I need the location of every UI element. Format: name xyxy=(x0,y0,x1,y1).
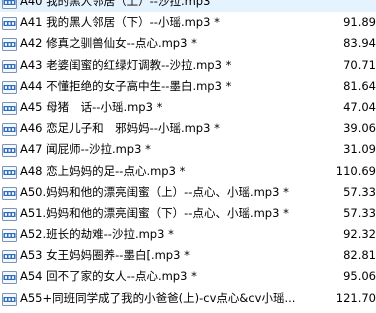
file-row[interactable]: A45 母猪 话--小瑶.mp3 * 47.04 xyxy=(0,97,376,118)
file-list: A40 我的黑人邻居（上）--沙拉.mp3 A41 我的黑人邻居（下）--小瑶.m… xyxy=(0,0,376,309)
file-row[interactable]: A40 我的黑人邻居（上）--沙拉.mp3 xyxy=(0,0,376,13)
file-name: A48 恋上妈妈的足--点心.mp3 * xyxy=(20,163,186,178)
file-size: 39.06 xyxy=(343,121,376,136)
file-name: A50.妈妈和他的漂亮闺蜜（上）--点心、小瑶.mp3 * xyxy=(20,184,289,199)
file-name: A53 女王妈妈圈养--墨白[.mp3 * xyxy=(20,248,190,263)
file-row[interactable]: A53 女王妈妈圈养--墨白[.mp3 * 82.81 xyxy=(0,245,376,266)
file-name: A45 母猪 话--小瑶.mp3 * xyxy=(20,99,163,114)
file-row[interactable]: A47 闻屁师--沙拉.mp3 * 31.09 xyxy=(0,139,376,160)
file-name: A54 回不了家的女人--点心.mp3 * xyxy=(20,269,197,284)
file-row[interactable]: A48 恋上妈妈的足--点心.mp3 * 110.69 xyxy=(0,161,376,182)
mp3-file-icon xyxy=(2,228,17,243)
mp3-file-icon xyxy=(2,59,17,73)
file-row[interactable]: A46 恋足儿子和 邪妈妈--小瑶.mp3 * 39.06 xyxy=(0,118,376,139)
file-name: A44 不懂拒绝的女子高中生--墨白.mp3 * xyxy=(20,78,232,93)
file-row[interactable]: A52.班长的劫难--沙拉.mp3 * 92.32 xyxy=(0,224,376,245)
mp3-file-icon xyxy=(2,207,17,221)
file-size: 81.64 xyxy=(343,78,376,93)
file-row[interactable]: A43 老婆闺蜜的红绿灯调教--沙拉.mp3 * 70.71 xyxy=(0,55,376,76)
file-name: A55+同班同学成了我的小爸爸(上)-cv点心&cv小瑶... xyxy=(20,290,296,305)
file-name: A41 我的黑人邻居（下）--小瑶.mp3 * xyxy=(20,15,220,30)
file-row[interactable]: A41 我的黑人邻居（下）--小瑶.mp3 * 91.89 xyxy=(0,12,376,33)
file-size: 121.70 xyxy=(335,290,376,305)
file-row[interactable]: A44 不懂拒绝的女子高中生--墨白.mp3 * 81.64 xyxy=(0,76,376,97)
mp3-file-icon xyxy=(2,122,17,137)
file-size: 47.04 xyxy=(343,99,376,114)
mp3-file-icon xyxy=(2,292,17,306)
mp3-file-icon xyxy=(2,165,17,179)
file-row[interactable]: A55+同班同学成了我的小爸爸(上)-cv点心&cv小瑶... 121.70 xyxy=(0,288,376,309)
mp3-file-icon xyxy=(2,80,17,94)
mp3-file-icon xyxy=(2,249,17,264)
file-size: 57.33 xyxy=(343,184,376,199)
file-name: A47 闻屁师--沙拉.mp3 * xyxy=(20,142,151,157)
file-row[interactable]: A54 回不了家的女人--点心.mp3 * 95.06 xyxy=(0,266,376,287)
file-size: 92.32 xyxy=(343,227,376,242)
file-size: 83.94 xyxy=(343,36,376,51)
mp3-file-icon xyxy=(2,101,17,115)
file-name: A51.妈妈和他的漂亮闺蜜（下）--点心、小瑶.mp3 * xyxy=(20,205,289,220)
mp3-file-icon xyxy=(2,37,17,52)
mp3-file-icon xyxy=(2,186,17,200)
file-size: 31.09 xyxy=(343,142,376,157)
file-name: A42 修真之驯兽仙女--点心.mp3 * xyxy=(20,36,197,51)
file-name: A52.班长的劫难--沙拉.mp3 * xyxy=(20,227,174,242)
file-row[interactable]: A51.妈妈和他的漂亮闺蜜（下）--点心、小瑶.mp3 * 57.33 xyxy=(0,203,376,224)
mp3-file-icon xyxy=(2,16,17,31)
file-size: 70.71 xyxy=(343,57,376,72)
file-name: A46 恋足儿子和 邪妈妈--小瑶.mp3 * xyxy=(20,121,220,136)
file-size: 82.81 xyxy=(343,248,376,263)
file-row[interactable]: A50.妈妈和他的漂亮闺蜜（上）--点心、小瑶.mp3 * 57.33 xyxy=(0,182,376,203)
file-size: 91.89 xyxy=(343,15,376,30)
mp3-file-icon xyxy=(2,143,17,158)
file-size: 110.69 xyxy=(335,163,376,178)
file-row[interactable]: A42 修真之驯兽仙女--点心.mp3 * 83.94 xyxy=(0,33,376,54)
file-size: 95.06 xyxy=(343,269,376,284)
file-name: A43 老婆闺蜜的红绿灯调教--沙拉.mp3 * xyxy=(20,57,232,72)
mp3-file-icon xyxy=(2,270,17,285)
mp3-file-icon xyxy=(2,0,17,9)
file-size: 57.33 xyxy=(343,205,376,220)
file-name: A40 我的黑人邻居（上）--沙拉.mp3 xyxy=(20,0,211,8)
